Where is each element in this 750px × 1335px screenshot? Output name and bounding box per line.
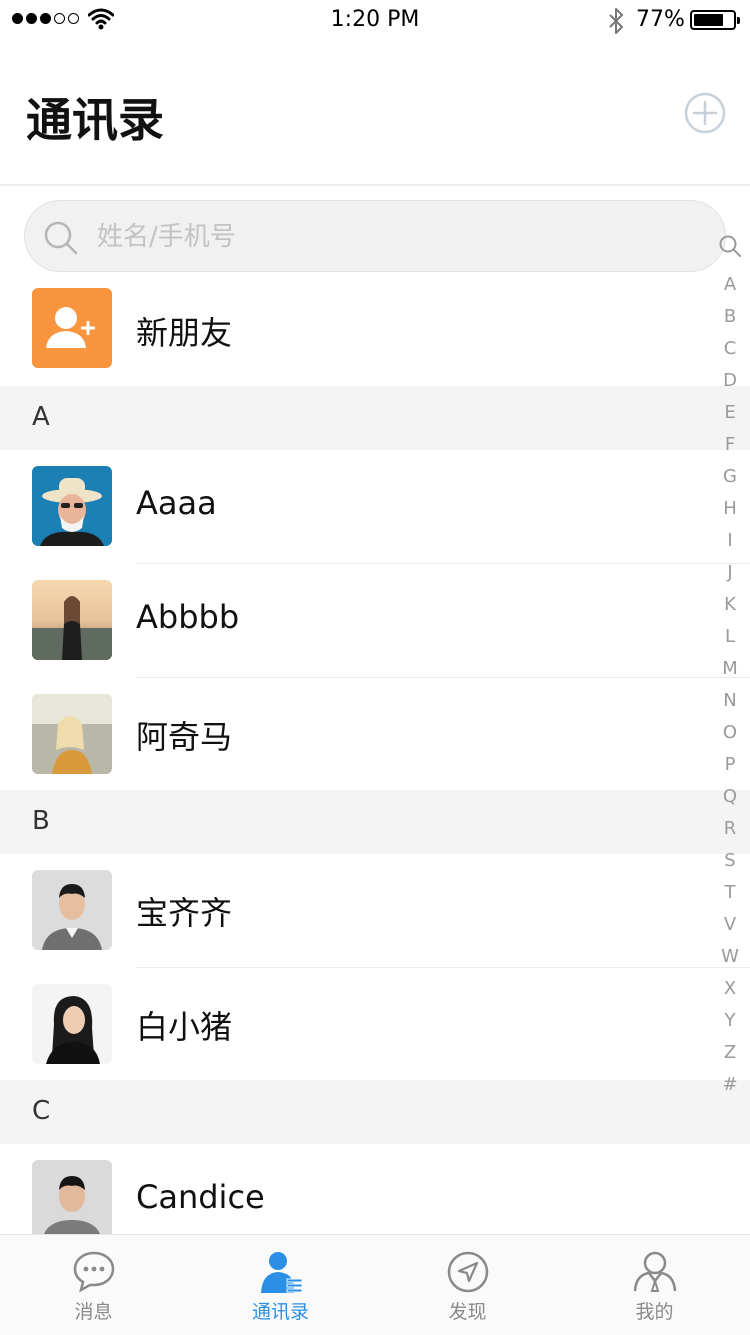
contact-row[interactable]: Aaaa: [0, 450, 750, 564]
contact-row[interactable]: 宝齐齐: [0, 854, 750, 968]
new-friends-row[interactable]: 新朋友: [0, 274, 750, 386]
index-letter[interactable]: G: [716, 466, 744, 487]
index-letter[interactable]: Q: [716, 786, 744, 807]
index-letter[interactable]: O: [716, 722, 744, 743]
index-letter[interactable]: W: [716, 946, 744, 967]
contact-name: 白小猪: [136, 1008, 233, 1046]
index-letter[interactable]: T: [716, 882, 744, 903]
battery-percent: 77%: [636, 7, 685, 32]
contact-avatar: [32, 1160, 112, 1234]
contacts-list: 新朋友 A Aaaa Abbbb 阿奇马 B 宝齐齐 白小猪 C Candice: [0, 274, 750, 1234]
index-letter[interactable]: V: [716, 914, 744, 935]
chat-bubble-icon: [73, 1251, 115, 1293]
contacts-icon: [261, 1252, 303, 1293]
compass-icon: [447, 1251, 489, 1293]
tab-contacts[interactable]: 通讯录: [187, 1235, 374, 1335]
index-letter[interactable]: #: [716, 1074, 744, 1095]
contact-name: Abbbb: [136, 598, 240, 636]
plus-circle-icon[interactable]: [684, 92, 726, 134]
index-letter[interactable]: B: [716, 306, 744, 327]
index-letter[interactable]: K: [716, 594, 744, 615]
contact-name: Aaaa: [136, 484, 217, 522]
contact-name: 阿奇马: [136, 718, 233, 756]
index-letter[interactable]: E: [716, 402, 744, 423]
index-letter[interactable]: M: [716, 658, 744, 679]
contact-avatar: [32, 870, 112, 950]
index-letter[interactable]: D: [716, 370, 744, 391]
index-letter[interactable]: C: [716, 338, 744, 359]
index-letter[interactable]: J: [716, 562, 744, 583]
search-input[interactable]: [95, 213, 659, 261]
contact-row[interactable]: Candice: [0, 1144, 750, 1234]
tab-discover[interactable]: 发现: [374, 1235, 561, 1335]
header-divider: [0, 184, 750, 186]
index-letter[interactable]: N: [716, 690, 744, 711]
bluetooth-icon: [609, 8, 623, 34]
index-letter[interactable]: R: [716, 818, 744, 839]
section-letter: A: [32, 402, 50, 432]
contact-row[interactable]: Abbbb: [0, 564, 750, 678]
index-letter[interactable]: A: [716, 274, 744, 295]
tab-messages[interactable]: 消息: [0, 1235, 187, 1335]
section-letter: C: [32, 1096, 51, 1126]
index-letter[interactable]: I: [716, 530, 744, 551]
tab-label: 通讯录: [251, 1301, 309, 1323]
tab-label: 消息: [74, 1301, 113, 1323]
contact-name: 宝齐齐: [136, 894, 233, 932]
index-letter[interactable]: L: [716, 626, 744, 647]
index-letter[interactable]: F: [716, 434, 744, 455]
section-header-b: B: [0, 790, 750, 854]
index-letter[interactable]: P: [716, 754, 744, 775]
battery-icon: [690, 10, 740, 30]
status-bar: 1:20 PM 77%: [0, 0, 750, 40]
tab-label: 我的: [635, 1301, 674, 1323]
contact-avatar: [32, 694, 112, 774]
add-user-icon: [32, 288, 112, 368]
tab-bar: 消息 通讯录 发现 我的: [0, 1234, 750, 1335]
index-letter[interactable]: S: [716, 850, 744, 871]
section-letter: B: [32, 806, 50, 836]
search-bar[interactable]: [24, 200, 726, 272]
section-header-a: A: [0, 386, 750, 450]
profile-icon: [633, 1251, 677, 1292]
contact-row[interactable]: 白小猪: [0, 968, 750, 1080]
search-icon: [44, 221, 78, 255]
section-header-c: C: [0, 1080, 750, 1144]
search-icon[interactable]: [718, 234, 742, 258]
contact-avatar: [32, 466, 112, 546]
contact-name: Candice: [136, 1178, 265, 1216]
tab-label: 发现: [448, 1301, 487, 1323]
tab-me[interactable]: 我的: [561, 1235, 748, 1335]
contact-avatar: [32, 984, 112, 1064]
new-friends-label: 新朋友: [136, 314, 233, 352]
contact-avatar: [32, 580, 112, 660]
index-letter[interactable]: X: [716, 978, 744, 999]
page-title: 通讯录: [26, 93, 164, 147]
index-letter[interactable]: H: [716, 498, 744, 519]
contact-row[interactable]: 阿奇马: [0, 678, 750, 790]
index-letter[interactable]: Z: [716, 1042, 744, 1063]
index-letter[interactable]: Y: [716, 1010, 744, 1031]
